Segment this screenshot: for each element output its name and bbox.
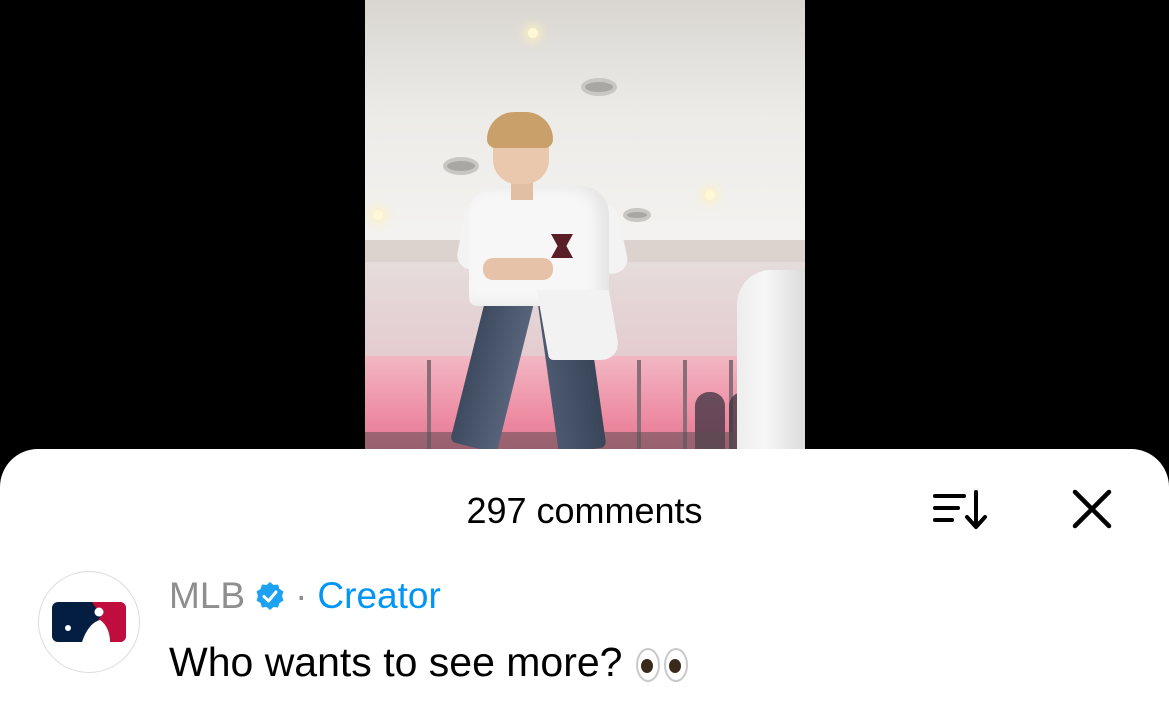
comment-text: Who wants to see more?	[169, 639, 623, 685]
comments-count-title: 297 comments	[466, 490, 703, 531]
creator-label: Creator	[317, 575, 441, 616]
verified-badge-icon	[256, 582, 284, 610]
avatar[interactable]	[38, 571, 140, 673]
sort-comments-button[interactable]	[930, 486, 990, 534]
meta-separator: ·	[295, 575, 308, 616]
sort-icon	[933, 490, 987, 529]
jersey-tail	[536, 290, 622, 360]
dancing-person	[365, 0, 805, 452]
mlb-logo-icon	[52, 602, 126, 642]
comment-body: Who wants to see more?	[169, 638, 689, 686]
close-icon	[1072, 489, 1112, 529]
video-player[interactable]	[365, 0, 805, 452]
hair	[487, 112, 553, 148]
comment-header: MLB · Creator	[169, 574, 441, 618]
jeans	[449, 290, 535, 452]
eyes-emoji-icon	[636, 648, 689, 683]
hands	[483, 258, 553, 280]
comment-username[interactable]: MLB	[169, 574, 245, 618]
close-button[interactable]	[1066, 486, 1118, 534]
baseball-jersey	[469, 186, 609, 306]
